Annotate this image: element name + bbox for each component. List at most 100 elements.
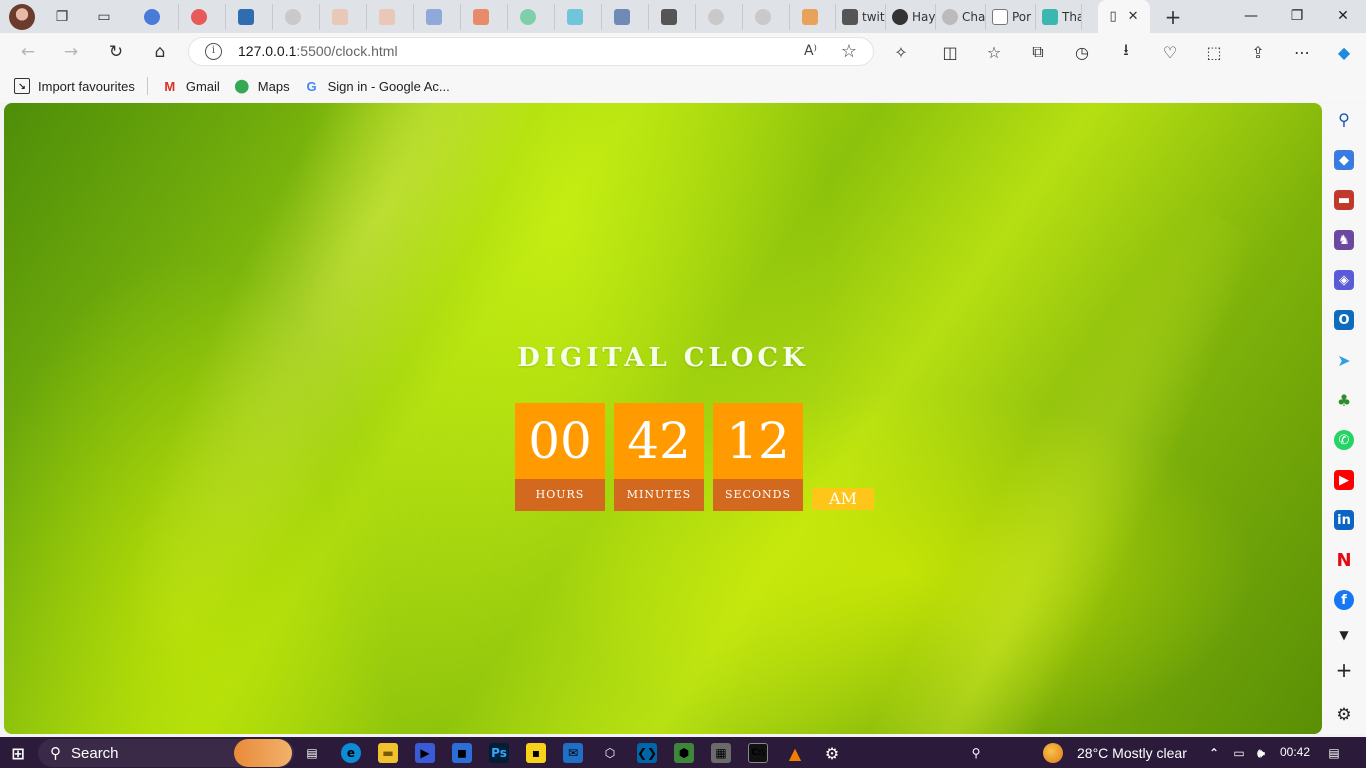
favorites-icon[interactable]: ☆ — [982, 40, 1006, 64]
restore-button[interactable]: ❐ — [1274, 4, 1320, 28]
tab[interactable] — [649, 4, 696, 30]
tab[interactable] — [226, 4, 273, 30]
terminal-icon[interactable]: C:\ — [748, 743, 768, 763]
shopping-icon[interactable]: ◆ — [1334, 150, 1354, 170]
more-menu-icon[interactable]: ⋯ — [1290, 40, 1314, 64]
vlc-icon[interactable]: ▲ — [785, 743, 805, 763]
notifications-icon[interactable]: ▤ — [1324, 743, 1344, 763]
site-info-icon[interactable]: i — [205, 43, 222, 60]
settings-icon[interactable]: ⚙ — [822, 743, 842, 763]
minimize-button[interactable]: — — [1228, 4, 1274, 28]
tree-icon[interactable]: ♣ — [1334, 390, 1354, 410]
url-text[interactable]: 127.0.0.1:5500/clock.html — [238, 43, 398, 59]
tab[interactable]: Por — [986, 4, 1036, 30]
tab[interactable]: Hay — [886, 4, 936, 30]
tab[interactable] — [320, 4, 367, 30]
new-tab-button[interactable]: + — [1160, 4, 1186, 30]
vscode-icon[interactable]: ❮❯ — [637, 743, 657, 763]
tab[interactable] — [790, 4, 836, 30]
page-icon — [992, 9, 1008, 25]
microsoft-365-icon[interactable]: ◈ — [1334, 270, 1354, 290]
copilot-icon[interactable]: ◆ — [1332, 40, 1356, 64]
file-explorer-icon[interactable]: ▬ — [378, 743, 398, 763]
tab[interactable] — [508, 4, 555, 30]
import-icon: ↘ — [14, 78, 30, 94]
tab[interactable] — [367, 4, 414, 30]
forward-button[interactable]: → — [59, 40, 83, 64]
youtube-icon[interactable]: ▶ — [1334, 470, 1354, 490]
windows-start-icon[interactable]: ⊞ — [8, 743, 28, 763]
taskbar-search[interactable]: ⚲ Search — [38, 739, 294, 767]
whatsapp-icon[interactable]: ✆ — [1334, 430, 1354, 450]
outlook-icon[interactable]: O — [1334, 310, 1354, 330]
facebook-icon[interactable]: f — [1334, 590, 1354, 610]
tab-actions-icon[interactable]: ▭ — [91, 4, 117, 30]
weather-widget[interactable]: 28°C Mostly clear — [1077, 745, 1187, 761]
tab[interactable] — [132, 4, 179, 30]
3d-viewer-icon[interactable]: ⬡ — [600, 743, 620, 763]
tab[interactable]: twit — [836, 4, 886, 30]
close-tab-icon[interactable]: ✕ — [1128, 9, 1139, 24]
back-button[interactable]: ← — [16, 40, 40, 64]
bookmark-google-signin[interactable]: G Sign in - Google Ac... — [304, 78, 450, 94]
favorite-star-icon[interactable]: ☆ — [841, 41, 857, 62]
share-icon[interactable]: ⇪ — [1246, 40, 1270, 64]
tab[interactable] — [602, 4, 649, 30]
tab[interactable] — [461, 4, 508, 30]
address-bar[interactable]: i 127.0.0.1:5500/clock.html A⁾ ☆ — [188, 37, 874, 66]
active-tab[interactable]: ▯ ✕ — [1098, 0, 1150, 33]
tools-icon[interactable]: ▬ — [1334, 190, 1354, 210]
tab[interactable] — [414, 4, 461, 30]
store-icon[interactable]: ◼ — [452, 743, 472, 763]
games-icon[interactable]: ♞ — [1334, 230, 1354, 250]
search-icon[interactable]: ⚲ — [1334, 109, 1354, 129]
task-view-icon[interactable]: ▤ — [302, 743, 322, 763]
linkedin-icon[interactable]: in — [1334, 510, 1354, 530]
chevron-up-icon[interactable]: ⌃ — [1204, 743, 1224, 763]
home-button[interactable]: ⌂ — [148, 40, 172, 64]
tab[interactable] — [555, 4, 602, 30]
tab[interactable] — [696, 4, 743, 30]
add-sidebar-app-icon[interactable]: + — [1334, 658, 1354, 682]
telegram-icon[interactable]: ➤ — [1334, 350, 1354, 370]
close-window-button[interactable]: ✕ — [1320, 4, 1366, 28]
app-icon[interactable]: ▶ — [415, 743, 435, 763]
split-screen-icon[interactable]: ◫ — [938, 40, 962, 64]
tab[interactable] — [179, 4, 226, 30]
nodejs-icon[interactable]: ⬢ — [674, 743, 694, 763]
mail-icon[interactable]: ✉ — [563, 743, 583, 763]
tab[interactable] — [273, 4, 320, 30]
clock-time[interactable]: 00:42 — [1280, 745, 1310, 759]
sidebar-settings-icon[interactable]: ⚙ — [1334, 705, 1354, 725]
browser-essentials-icon[interactable]: ♡ — [1158, 40, 1182, 64]
people-icon[interactable]: ⚲ — [966, 743, 986, 763]
profile-avatar[interactable] — [9, 4, 35, 30]
minutes-value: 42 — [614, 403, 704, 479]
control-panel-icon[interactable]: ▦ — [711, 743, 731, 763]
downloads-icon[interactable]: ⭳ — [1114, 40, 1138, 64]
tab[interactable]: Cha — [936, 4, 986, 30]
photoshop-icon[interactable]: Ps — [489, 743, 509, 763]
bookmark-gmail[interactable]: M Gmail — [162, 78, 219, 94]
ampm-indicator: AM — [812, 488, 874, 510]
history-icon[interactable]: ◷ — [1070, 40, 1094, 64]
extensions-icon[interactable]: ✧ — [889, 40, 913, 64]
tab[interactable]: Tha — [1036, 4, 1082, 30]
edge-icon[interactable]: e — [341, 743, 361, 763]
tab[interactable] — [743, 4, 790, 30]
screenshot-icon[interactable]: ⬚ — [1202, 40, 1226, 64]
minutes-box: 42 MINUTES — [614, 403, 704, 511]
chevron-down-icon[interactable]: ▼ — [1334, 625, 1354, 645]
read-aloud-icon[interactable]: A⁾ — [804, 43, 817, 59]
refresh-button[interactable]: ↻ — [104, 40, 128, 64]
volume-icon[interactable]: 🕪 — [1251, 743, 1271, 763]
bookmark-import-favourites[interactable]: ↘ Import favourites — [14, 78, 135, 94]
collections-icon[interactable]: ⧉ — [1026, 40, 1050, 64]
bookmark-maps[interactable]: ⬤ Maps — [234, 78, 290, 94]
netflix-icon[interactable]: N — [1334, 550, 1354, 571]
google-icon — [708, 9, 724, 25]
sticky-notes-icon[interactable]: ▪ — [526, 743, 546, 763]
workspaces-icon[interactable]: ❐ — [49, 4, 75, 30]
battery-icon[interactable]: ▭ — [1229, 743, 1249, 763]
seconds-box: 12 SECONDS — [713, 403, 803, 511]
